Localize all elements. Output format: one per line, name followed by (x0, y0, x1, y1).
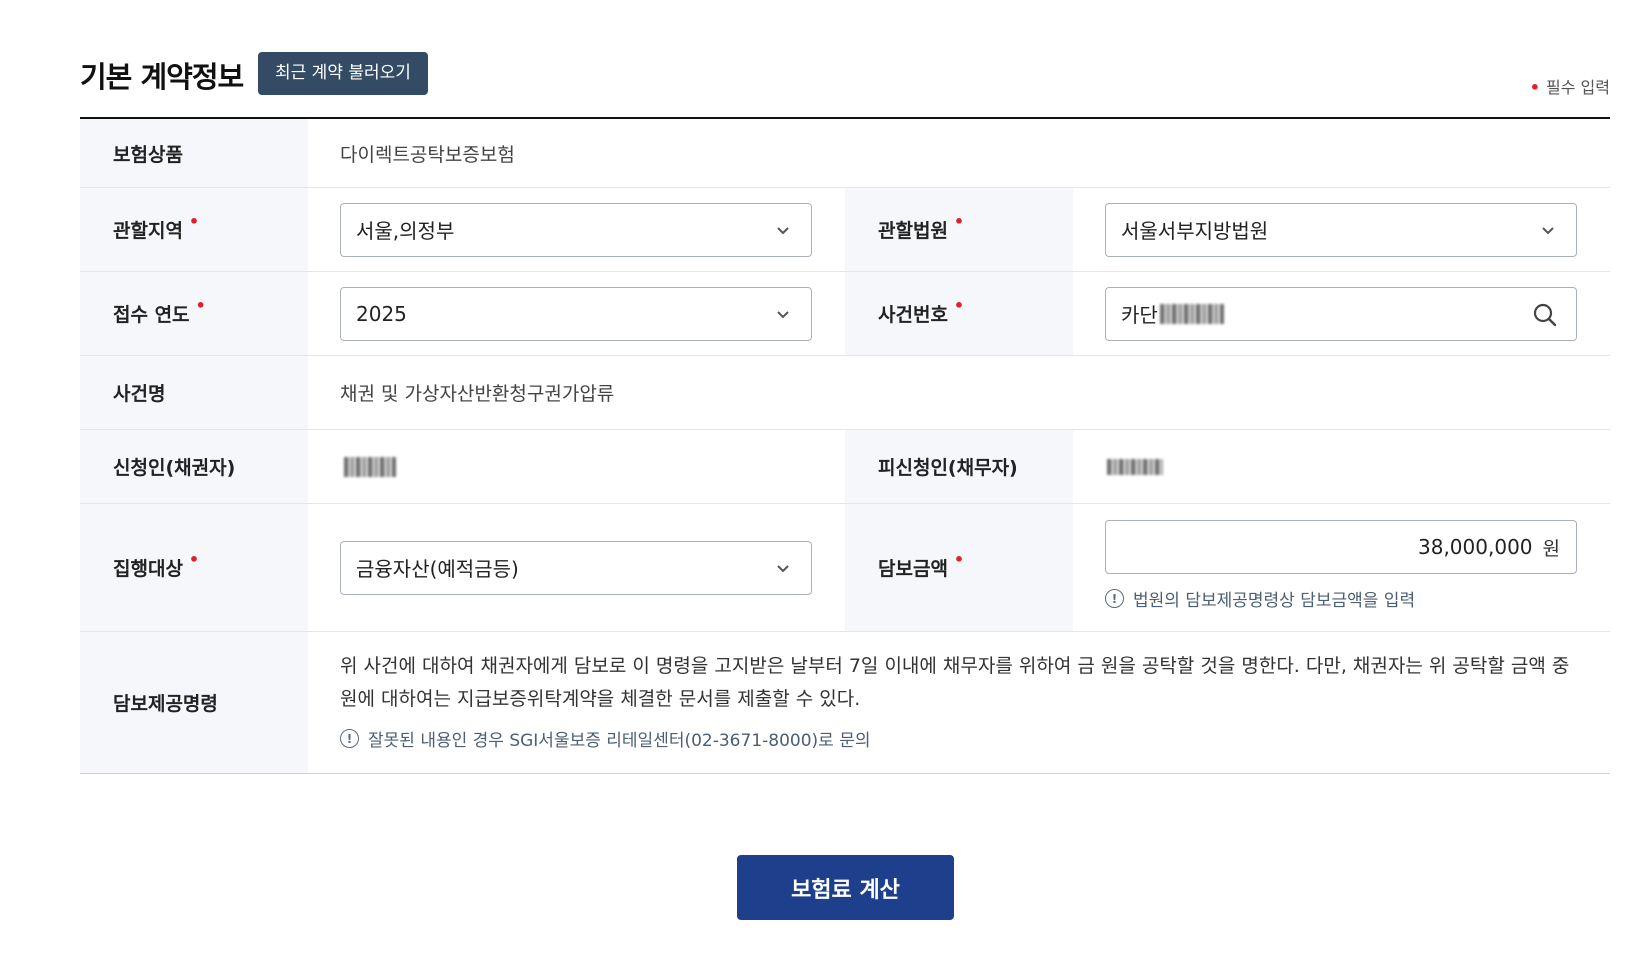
year-label-text: 접수 연도 (113, 304, 190, 326)
target-cell: 금융자산(예적금등) (340, 504, 812, 631)
case-name-value: 채권 및 가상자산반환청구권가압류 (340, 383, 615, 405)
applicant-label-text: 신청인(채권자) (113, 457, 236, 479)
region-select-value: 서울,의정부 (356, 219, 455, 243)
info-icon: ! (340, 729, 359, 748)
row-region-court: 관할지역 • 서울,의정부 관할법원 • 서울서부지방법원 (80, 188, 1610, 272)
required-mark: • (953, 296, 965, 315)
required-mark: • (953, 550, 965, 569)
required-mark: • (953, 212, 965, 231)
required-mark: • (188, 550, 200, 569)
redacted-applicant (344, 456, 396, 477)
row-year-case: 접수 연도 • 2025 사건번호 • 카단 (80, 272, 1610, 356)
row-product: 보험상품 다이렉트공탁보증보험 (80, 119, 1610, 188)
required-mark: • (188, 212, 200, 231)
case-number-label-text: 사건번호 (878, 304, 948, 326)
product-label: 보험상품 (80, 119, 308, 187)
region-cell: 서울,의정부 (340, 188, 812, 271)
required-note-text: 필수 입력 (1546, 78, 1610, 97)
respondent-label-text: 피신청인(채무자) (878, 457, 1018, 479)
load-recent-contract-button[interactable]: 최근 계약 불러오기 (258, 52, 428, 95)
chevron-down-icon (777, 310, 789, 318)
case-number-input[interactable]: 카단 (1105, 286, 1577, 341)
court-select[interactable]: 서울서부지방법원 (1105, 202, 1577, 257)
year-select[interactable]: 2025 (340, 286, 812, 341)
row-case-name: 사건명 채권 및 가상자산반환청구권가압류 (80, 356, 1610, 430)
row-security-order: 담보제공명령 위 사건에 대하여 채권자에게 담보로 이 명령을 고지받은 날부… (80, 632, 1610, 774)
case-number-label: 사건번호 • (845, 272, 1073, 355)
case-number-prefix: 카단 (1121, 303, 1158, 327)
amount-unit: 원 (1542, 537, 1560, 560)
case-name-label-text: 사건명 (113, 383, 166, 405)
applicant-label: 신청인(채권자) (80, 430, 308, 503)
year-cell: 2025 (340, 272, 812, 355)
calculate-premium-button[interactable]: 보험료 계산 (737, 855, 954, 920)
redacted-respondent (1107, 458, 1163, 475)
court-select-value: 서울서부지방법원 (1121, 219, 1269, 243)
redacted-case-number (1159, 303, 1224, 324)
target-label-text: 집행대상 (113, 558, 183, 580)
order-label: 담보제공명령 (80, 632, 308, 773)
target-label: 집행대상 • (80, 504, 308, 631)
order-hint: ! 잘못된 내용인 경우 SGI서울보증 리테일센터(02-3671-8000)… (340, 726, 871, 751)
region-label: 관할지역 • (80, 188, 308, 271)
chevron-down-icon (1542, 226, 1554, 234)
respondent-value (1105, 430, 1163, 503)
amount-label-text: 담보금액 (878, 558, 948, 580)
amount-cell: 38,000,000 원 ! 법원의 담보제공명령상 담보금액을 입력 (1105, 504, 1577, 631)
amount-input[interactable]: 38,000,000 원 (1105, 520, 1577, 574)
row-target-amount: 집행대상 • 금융자산(예적금등) 담보금액 • 38,000,000 원 ! 법원… (80, 504, 1610, 632)
region-select[interactable]: 서울,의정부 (340, 202, 812, 257)
year-label: 접수 연도 • (80, 272, 308, 355)
amount-value: 38,000,000 (1418, 535, 1533, 559)
order-cell: 위 사건에 대하여 채권자에게 담보로 이 명령을 고지받은 날부터 7일 이내… (340, 632, 1580, 773)
applicant-value (340, 430, 396, 503)
required-mark: • (195, 296, 206, 315)
case-number-cell: 카단 (1105, 272, 1577, 355)
case-name-label: 사건명 (80, 356, 308, 429)
amount-label: 담보금액 • (845, 504, 1073, 631)
contract-info-page: 기본 계약정보 최근 계약 불러오기 • 필수 입력 보험상품 다이렉트공탁보증보… (0, 0, 1642, 980)
target-select-value: 금융자산(예적금등) (356, 557, 519, 581)
year-select-value: 2025 (356, 301, 407, 326)
chevron-down-icon (777, 226, 789, 234)
product-label-text: 보험상품 (113, 143, 183, 166)
court-cell: 서울서부지방법원 (1105, 188, 1577, 271)
amount-hint-text: 법원의 담보제공명령상 담보금액을 입력 (1133, 591, 1416, 611)
court-label-text: 관할법원 (878, 220, 948, 242)
info-icon: ! (1105, 589, 1124, 608)
page-title: 기본 계약정보 (80, 60, 244, 94)
order-text: 위 사건에 대하여 채권자에게 담보로 이 명령을 고지받은 날부터 7일 이내… (340, 655, 1570, 710)
order-hint-text: 잘못된 내용인 경우 SGI서울보증 리테일센터(02-3671-8000)로 … (368, 731, 871, 751)
region-label-text: 관할지역 (113, 220, 183, 242)
row-parties: 신청인(채권자) 피신청인(채무자) (80, 430, 1610, 504)
required-note: • 필수 입력 (1530, 74, 1610, 98)
chevron-down-icon (777, 564, 789, 572)
order-label-text: 담보제공명령 (113, 693, 218, 715)
amount-hint: ! 법원의 담보제공명령상 담보금액을 입력 (1105, 586, 1415, 611)
search-icon[interactable] (1532, 302, 1558, 328)
contract-form-table: 보험상품 다이렉트공탁보증보험 관할지역 • 서울,의정부 관할법원 • 서울서부지… (80, 119, 1610, 774)
court-label: 관할법원 • (845, 188, 1073, 271)
product-value: 다이렉트공탁보증보험 (340, 143, 515, 166)
section-header: 기본 계약정보 최근 계약 불러오기 • 필수 입력 (80, 52, 1610, 118)
required-dot: • (1529, 78, 1541, 97)
target-select[interactable]: 금융자산(예적금등) (340, 540, 812, 595)
respondent-label: 피신청인(채무자) (845, 430, 1073, 503)
